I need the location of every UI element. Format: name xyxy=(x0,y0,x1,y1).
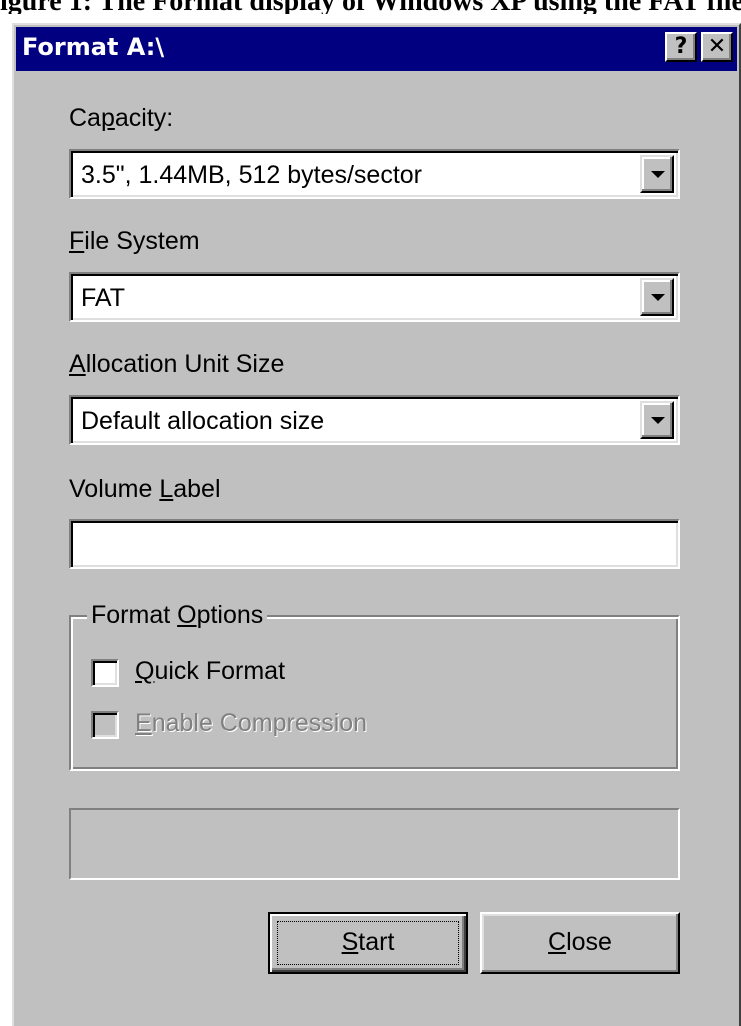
close-label-part: lose xyxy=(566,928,612,956)
allocation-label: Allocation Unit Size xyxy=(69,350,284,379)
format-options-title-part: Format xyxy=(91,601,178,629)
caption-text: igure 1: The Format display of Windows X… xyxy=(0,0,741,14)
volume-label-part: Volume xyxy=(69,475,160,503)
start-accesskey: S xyxy=(341,928,359,956)
format-options-group: Format Options Quick Format Enable Compr… xyxy=(69,601,680,771)
quick-format-label-part: uick Format xyxy=(154,657,286,685)
start-label-part: tart xyxy=(358,928,395,956)
file-system-value: FAT xyxy=(81,284,125,312)
capacity-label-part: acity: xyxy=(114,104,174,132)
volume-label-input[interactable] xyxy=(69,519,680,569)
question-mark-icon: ? xyxy=(674,34,688,59)
file-system-dropdown-button[interactable] xyxy=(640,278,674,316)
volume-label-label: Volume Label xyxy=(69,475,221,504)
close-window-button[interactable]: ✕ xyxy=(701,32,733,62)
format-options-title: Format Options xyxy=(87,601,268,630)
enable-compression-label-part: nable Compression xyxy=(151,709,368,737)
format-options-title-part: ptions xyxy=(196,601,264,629)
file-system-label: File System xyxy=(69,227,200,256)
capacity-label-accesskey: p xyxy=(100,104,115,132)
quick-format-accesskey: Q xyxy=(135,657,155,685)
enable-compression-label: Enable Compression xyxy=(135,709,367,738)
allocation-size-value: Default allocation size xyxy=(81,407,325,435)
window-title: Format A:\ xyxy=(22,33,165,61)
capacity-select[interactable]: 3.5", 1.44MB, 512 bytes/sector xyxy=(69,149,680,199)
caption-fragment: igure 1: The Format display of Windows X… xyxy=(0,0,741,14)
close-accesskey: C xyxy=(548,928,567,956)
format-dialog: Format A:\ ? ✕ Capacity: 3.5", 1.44MB, 5… xyxy=(12,23,741,1026)
progress-status-panel xyxy=(69,808,680,880)
close-button-label: Close xyxy=(548,928,612,956)
allocation-label-accesskey: A xyxy=(69,350,86,378)
quick-format-label[interactable]: Quick Format xyxy=(135,657,285,686)
chevron-down-icon xyxy=(651,171,665,178)
help-button[interactable]: ? xyxy=(665,32,697,62)
allocation-dropdown-button[interactable] xyxy=(640,401,674,439)
title-bar[interactable]: Format A:\ ? ✕ xyxy=(16,27,737,71)
volume-label-accesskey: L xyxy=(159,475,174,503)
file-system-label-part: ile System xyxy=(84,227,200,255)
allocation-label-part: llocation Unit Size xyxy=(85,350,285,378)
quick-format-checkbox[interactable] xyxy=(91,659,119,687)
capacity-label: Capacity: xyxy=(69,104,173,133)
close-button[interactable]: Close xyxy=(480,912,680,974)
capacity-dropdown-button[interactable] xyxy=(640,155,674,193)
format-options-title-accesskey: O xyxy=(177,601,197,629)
capacity-label-part: Ca xyxy=(69,104,101,132)
allocation-size-select[interactable]: Default allocation size xyxy=(69,395,680,445)
chevron-down-icon xyxy=(651,417,665,424)
close-icon: ✕ xyxy=(707,34,727,59)
start-button[interactable]: Start xyxy=(268,912,468,974)
start-button-label: Start xyxy=(342,928,395,956)
volume-label-part: abel xyxy=(173,475,221,503)
enable-compression-checkbox xyxy=(91,711,119,739)
capacity-value: 3.5", 1.44MB, 512 bytes/sector xyxy=(81,161,423,189)
file-system-label-accesskey: F xyxy=(69,227,85,255)
enable-compression-accesskey: E xyxy=(135,709,152,737)
file-system-select[interactable]: FAT xyxy=(69,272,680,322)
chevron-down-icon xyxy=(651,294,665,301)
